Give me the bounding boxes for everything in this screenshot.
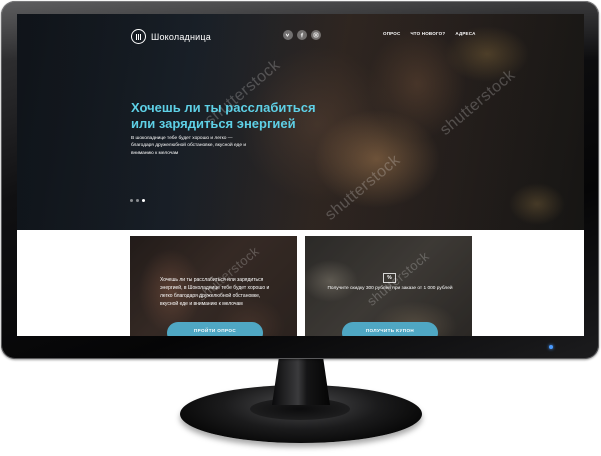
power-led-icon[interactable] bbox=[549, 345, 553, 349]
survey-button[interactable]: ПРОЙТИ ОПРОС bbox=[167, 322, 263, 336]
site-logo[interactable]: Шоколадница bbox=[131, 29, 211, 44]
slider-dots bbox=[130, 199, 145, 202]
coupon-card-text: Получите скидку 300 рублей при заказе от… bbox=[327, 286, 453, 291]
percent-badge-text: % bbox=[387, 275, 392, 281]
hero-body-text: В шоколаднице тебе будет хорошо и легко … bbox=[131, 136, 247, 156]
instagram-icon[interactable] bbox=[311, 30, 321, 40]
logo-icon bbox=[131, 29, 146, 44]
nav-link-addresses[interactable]: АДРЕСА bbox=[455, 31, 475, 36]
survey-card: shutterstock Хочешь ли ты расслабиться и… bbox=[130, 236, 297, 336]
monitor-stand-neck bbox=[272, 357, 330, 405]
percent-icon: % bbox=[383, 273, 396, 283]
facebook-icon[interactable] bbox=[297, 30, 307, 40]
coupon-card: shutterstock % Получите скидку 300 рубле… bbox=[305, 236, 472, 336]
hero-title: Хочешь ли ты расслабиться или зарядиться… bbox=[131, 100, 316, 131]
main-nav: ОПРОС ЧТО НОВОГО? АДРЕСА bbox=[383, 31, 476, 36]
hero-section: shutterstock shutterstock shutterstock Ш… bbox=[17, 14, 584, 230]
get-coupon-button[interactable]: ПОЛУЧИТЬ КУПОН bbox=[342, 322, 438, 336]
survey-card-text: Хочешь ли ты расслабиться или зарядиться… bbox=[160, 277, 270, 307]
monitor-screen: shutterstock shutterstock shutterstock Ш… bbox=[17, 14, 584, 336]
nav-link-whats-new[interactable]: ЧТО НОВОГО? bbox=[410, 31, 445, 36]
social-links bbox=[283, 30, 321, 40]
slider-dot-active[interactable] bbox=[142, 199, 145, 202]
vk-icon[interactable] bbox=[283, 30, 293, 40]
slider-dot[interactable] bbox=[130, 199, 133, 202]
nav-link-survey[interactable]: ОПРОС bbox=[383, 31, 400, 36]
slider-dot[interactable] bbox=[136, 199, 139, 202]
logo-text: Шоколадница bbox=[151, 31, 211, 42]
